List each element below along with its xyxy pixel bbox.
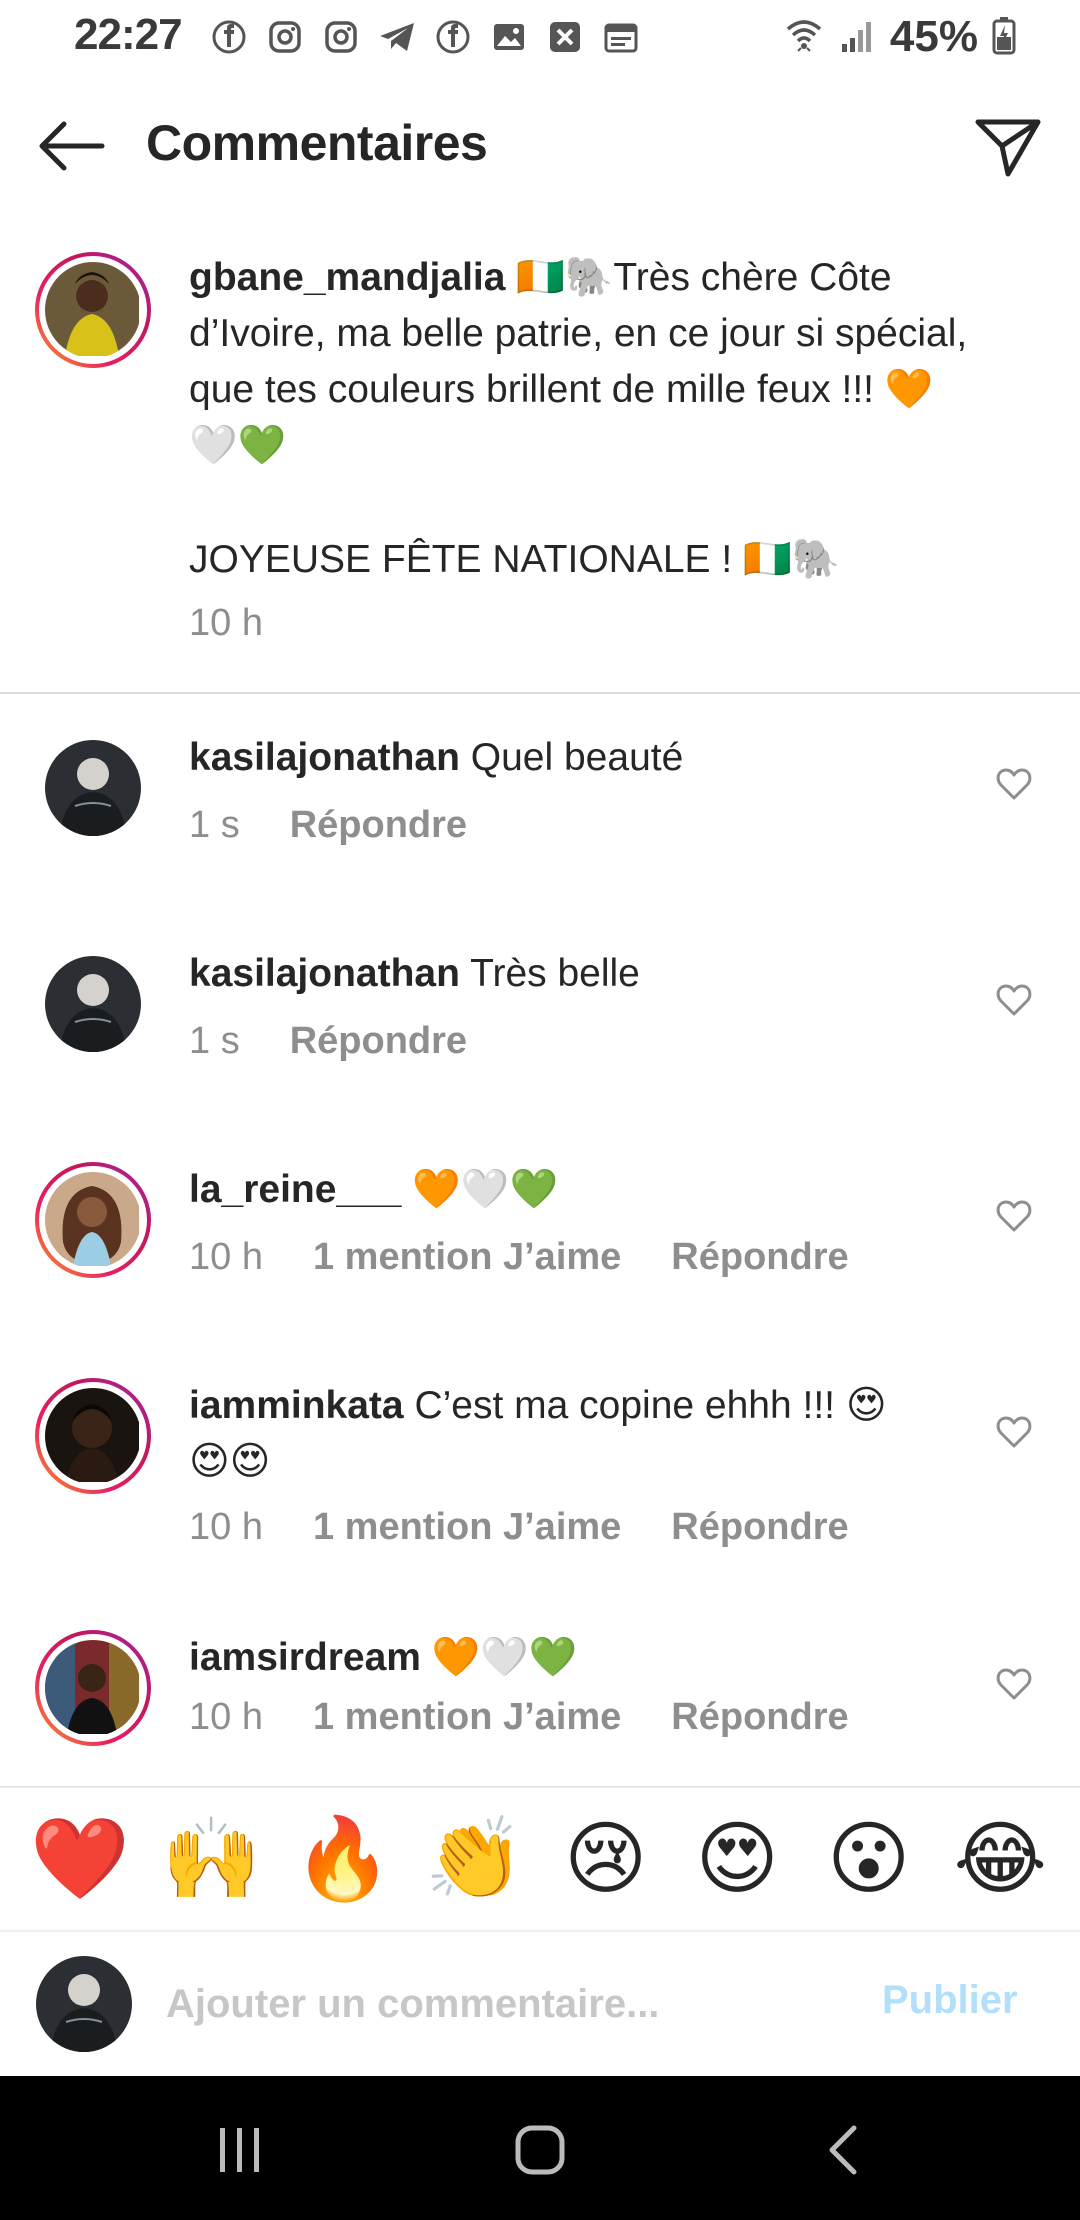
heart-icon (996, 1200, 1032, 1232)
header: Commentaires (0, 96, 1080, 192)
emoji-heart-button[interactable]: ❤️ (30, 1809, 130, 1909)
emoji-cry-button[interactable]: 😢 (556, 1809, 656, 1909)
x-icon (544, 16, 586, 58)
comment-timestamp: 10 h (189, 1696, 263, 1738)
caption-body-2: JOYEUSE FÊTE NATIONALE ! 🇨🇮🐘 (189, 538, 841, 581)
comment-timestamp: 1 s (189, 1020, 240, 1062)
comment-composer: Publier (0, 1932, 1080, 2074)
caption-username[interactable]: gbane_mandjalia (189, 256, 505, 299)
chevron-left-icon (829, 2125, 857, 2175)
home-button[interactable] (510, 2120, 570, 2180)
divider (0, 692, 1080, 694)
recent-apps-icon (220, 2128, 259, 2172)
comment-meta: 10 h 1 mention J’aime Répondre (189, 1696, 849, 1739)
comment-timestamp: 1 s (189, 804, 240, 846)
avatar[interactable] (35, 1630, 151, 1746)
comment-body: 🧡🤍💚 (431, 1636, 578, 1679)
paper-plane-icon (975, 119, 1041, 177)
recent-apps-button[interactable] (210, 2120, 270, 2180)
comment-text: iamsirdream 🧡🤍💚 (189, 1630, 889, 1686)
caption-text: gbane_mandjalia 🇨🇮🐘Très chère Côte d’Ivo… (189, 250, 969, 474)
comment-meta: 10 h 1 mention J’aime Répondre (189, 1236, 849, 1279)
comment-username[interactable]: kasilajonathan (189, 736, 460, 779)
comment-text: kasilajonathan Quel beauté (189, 730, 889, 786)
comment-body: 🧡🤍💚 (412, 1168, 559, 1211)
comment-body: Très belle (470, 952, 640, 995)
avatar[interactable] (35, 252, 151, 368)
comment-username[interactable]: iamsirdream (189, 1636, 421, 1679)
comment-meta: 1 s Répondre (189, 804, 467, 847)
publish-button[interactable]: Publier (882, 1978, 1018, 2023)
signal-icon (838, 16, 876, 59)
comment-timestamp: 10 h (189, 1506, 263, 1548)
telegram-icon (376, 16, 418, 58)
comment-meta: 10 h 1 mention J’aime Répondre (189, 1506, 849, 1549)
status-bar: 22:27 45% (0, 0, 1080, 72)
heart-icon (996, 1416, 1032, 1448)
comment-username[interactable]: iamminkata (189, 1384, 404, 1427)
reply-button[interactable]: Répondre (671, 1696, 848, 1739)
comment-username[interactable]: kasilajonathan (189, 952, 460, 995)
comment-text: iamminkata C’est ma copine ehhh !!! 😍😍😍 (189, 1378, 889, 1490)
likes-count[interactable]: 1 mention J’aime (313, 1236, 621, 1279)
avatar-image (45, 1388, 141, 1484)
comment-text: kasilajonathan Très belle (189, 946, 889, 1002)
battery-icon (992, 15, 1016, 60)
emoji-heart-eyes-button[interactable]: 😍 (687, 1809, 787, 1909)
wifi-icon (784, 15, 824, 60)
instagram-icon (264, 16, 306, 58)
like-button[interactable] (996, 766, 1032, 802)
current-user-avatar (36, 1956, 132, 2052)
system-nav-bar (0, 2076, 1080, 2220)
emoji-quick-bar: ❤️ 🙌 🔥 👏 😢 😍 😮 😂 (0, 1788, 1080, 1930)
likes-count[interactable]: 1 mention J’aime (313, 1506, 621, 1549)
avatar[interactable] (35, 1162, 151, 1278)
facebook-icon (432, 16, 474, 58)
facebook-icon (208, 16, 250, 58)
heart-icon (996, 768, 1032, 800)
avatar-image (45, 262, 141, 358)
comment-input[interactable] (166, 1966, 846, 2042)
arrow-left-icon (39, 121, 105, 171)
reply-button[interactable]: Répondre (290, 804, 467, 847)
likes-count[interactable]: 1 mention J’aime (313, 1696, 621, 1739)
reply-button[interactable]: Répondre (290, 1020, 467, 1063)
heart-icon (996, 1668, 1032, 1700)
like-button[interactable] (996, 1666, 1032, 1702)
avatar-image (45, 1172, 141, 1268)
comment-text: la_reine___ 🧡🤍💚 (189, 1162, 889, 1218)
back-button[interactable] (34, 116, 106, 176)
avatar[interactable] (45, 740, 141, 836)
home-icon (515, 2125, 565, 2175)
comment-username[interactable]: la_reine___ (189, 1168, 402, 1211)
comment-timestamp: 10 h (189, 1236, 263, 1278)
like-button[interactable] (996, 982, 1032, 1018)
avatar[interactable] (45, 956, 141, 1052)
status-right: 45% (784, 12, 1016, 62)
instagram-icon (320, 16, 362, 58)
back-nav-button[interactable] (814, 2120, 874, 2180)
like-button[interactable] (996, 1414, 1032, 1450)
comment-meta: 1 s Répondre (189, 1020, 467, 1063)
reply-button[interactable]: Répondre (671, 1506, 848, 1549)
gallery-icon (488, 16, 530, 58)
comment-body: Quel beauté (470, 736, 684, 779)
status-time: 22:27 (74, 10, 183, 59)
battery-percent: 45% (889, 12, 978, 61)
share-button[interactable] (972, 110, 1044, 182)
page-title: Commentaires (146, 115, 488, 171)
emoji-clap-button[interactable]: 👏 (424, 1809, 524, 1909)
avatar[interactable] (35, 1378, 151, 1494)
heart-icon (996, 984, 1032, 1016)
calendar-icon (600, 16, 642, 58)
notification-icons (208, 16, 642, 58)
reply-button[interactable]: Répondre (671, 1236, 848, 1279)
emoji-raised-hands-button[interactable]: 🙌 (161, 1809, 261, 1909)
like-button[interactable] (996, 1198, 1032, 1234)
emoji-surprised-button[interactable]: 😮 (819, 1809, 919, 1909)
emoji-laugh-button[interactable]: 😂 (950, 1809, 1050, 1909)
caption-timestamp: 10 h (189, 602, 263, 644)
avatar-image (45, 1640, 141, 1736)
emoji-fire-button[interactable]: 🔥 (293, 1809, 393, 1909)
